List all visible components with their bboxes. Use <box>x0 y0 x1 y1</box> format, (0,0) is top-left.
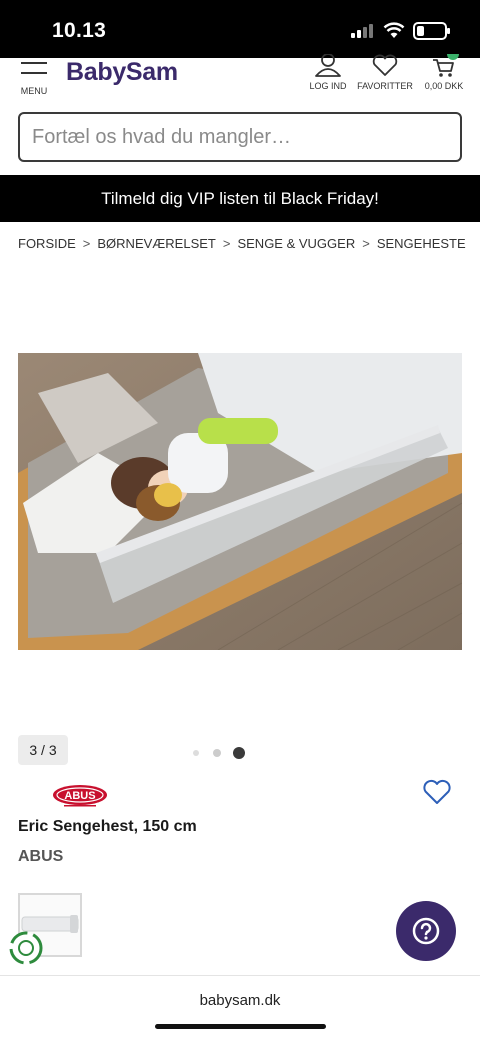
question-icon <box>412 917 440 945</box>
babysam-logo[interactable]: BabySam <box>66 58 178 87</box>
cellular-signal-icon <box>351 24 373 38</box>
cart-total: 0,00 DKK <box>424 81 464 91</box>
breadcrumb-item-forside[interactable]: FORSIDE <box>18 236 76 251</box>
product-title: Eric Sengehest, 150 cm <box>18 818 197 835</box>
image-counter: 3 / 3 <box>18 735 68 765</box>
search-input[interactable] <box>18 112 462 162</box>
abus-brand-logo[interactable]: ABUS <box>52 784 108 808</box>
breadcrumb-item-boernevaerelset[interactable]: BØRNEVÆRELSET <box>97 236 215 251</box>
product-brand[interactable]: ABUS <box>18 848 63 866</box>
browser-address-bar[interactable]: babysam.dk <box>0 975 480 1039</box>
favorites-button[interactable]: FAVORITTER <box>356 54 414 91</box>
vip-banner[interactable]: Tilmeld dig VIP listen til Black Friday! <box>0 175 480 222</box>
status-time: 10.13 <box>52 19 107 42</box>
breadcrumb: FORSIDE > BØRNEVÆRELSET > SENGE & VUGGER > SEN… <box>18 236 466 251</box>
breadcrumb-item-sengeheste[interactable]: SENGEHESTE <box>377 236 466 251</box>
login-label: LOG IND <box>309 81 347 91</box>
product-image[interactable] <box>18 353 462 650</box>
wifi-icon <box>383 22 405 38</box>
home-indicator <box>155 1024 326 1029</box>
menu-button[interactable]: MENU <box>18 60 50 96</box>
breadcrumb-separator: > <box>362 236 370 251</box>
heart-icon <box>372 54 398 76</box>
url-text[interactable]: babysam.dk <box>0 992 480 1009</box>
gallery-dot-active[interactable] <box>233 747 245 759</box>
abus-logo-text: ABUS <box>64 790 95 802</box>
login-button[interactable]: LOG IND <box>308 54 348 91</box>
help-button[interactable] <box>396 901 456 961</box>
breadcrumb-separator: > <box>222 236 231 251</box>
menu-label: MENU <box>20 86 48 96</box>
status-bar: 10.13 <box>0 0 480 58</box>
hamburger-icon <box>21 60 47 76</box>
product-photo-illustration <box>18 353 462 650</box>
breadcrumb-item-senge-vugger[interactable]: SENGE & VUGGER <box>237 236 355 251</box>
breadcrumb-separator: > <box>82 236 91 251</box>
user-icon <box>315 54 341 77</box>
favorite-heart-icon[interactable] <box>422 779 452 806</box>
cart-button[interactable]: 0,00 DKK <box>422 54 466 91</box>
favorites-label: FAVORITTER <box>357 81 413 91</box>
site-header: MENU BabySam LOG IND FAVORITTER 0,00 DKK <box>0 54 480 104</box>
gallery-dot[interactable] <box>213 749 221 757</box>
battery-icon <box>413 22 450 40</box>
gallery-dot[interactable] <box>193 750 199 756</box>
eco-recycle-icon[interactable] <box>8 930 44 966</box>
cart-icon <box>433 54 459 77</box>
